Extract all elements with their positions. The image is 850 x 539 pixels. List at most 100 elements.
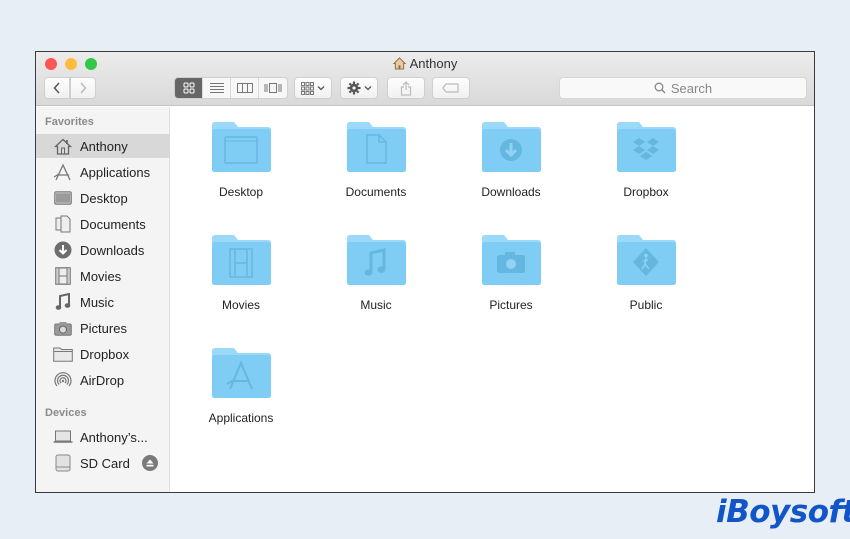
folder-icon xyxy=(210,234,272,286)
sidebar-item-airdrop[interactable]: AirDrop xyxy=(36,368,170,392)
search-field[interactable]: Search xyxy=(559,77,807,99)
sidebar-item-label: Dropbox xyxy=(80,346,130,362)
pictures-icon xyxy=(53,319,73,337)
list-view-icon xyxy=(209,83,224,93)
sidebar-item-label: Downloads xyxy=(80,242,145,258)
sidebar-item-label: SD Card xyxy=(80,455,130,471)
iboysoft-watermark: iBoysoft xyxy=(716,494,850,530)
folder-label: Downloads xyxy=(481,185,541,199)
folder-label: Public xyxy=(629,298,663,312)
movies-icon xyxy=(53,267,73,285)
tag-button[interactable] xyxy=(432,77,470,99)
chevron-down-icon xyxy=(317,86,325,91)
folder-label: Desktop xyxy=(218,185,264,199)
folder-label: Applications xyxy=(208,411,274,425)
action-button[interactable] xyxy=(340,77,378,99)
folder-icon xyxy=(210,121,272,173)
share-icon xyxy=(400,80,412,96)
view-mode-selector xyxy=(174,77,288,99)
sidebar-item-label: Applications xyxy=(80,164,151,180)
sidebar-item-documents[interactable]: Documents xyxy=(36,212,170,236)
title-bar: Anthony Search xyxy=(36,52,814,106)
folder-item-public[interactable]: Public xyxy=(591,234,701,312)
desktop-icon xyxy=(53,189,73,207)
window-title: Anthony xyxy=(36,56,814,73)
folder-item-music[interactable]: Music xyxy=(321,234,431,312)
downloads-icon xyxy=(53,241,73,259)
column-view-button[interactable] xyxy=(231,78,259,98)
icon-view-icon xyxy=(183,82,194,94)
documents-icon xyxy=(53,215,73,233)
sidebar-item-label: Anthony xyxy=(80,138,128,154)
search-placeholder: Search xyxy=(670,80,713,96)
sidebar-item-label: Pictures xyxy=(80,320,127,336)
folder-icon xyxy=(53,345,73,363)
folder-item-downloads[interactable]: Downloads xyxy=(456,121,566,199)
chevron-right-icon xyxy=(80,82,87,94)
finder-window: Anthony Search Favorites Anthony Applica… xyxy=(35,51,815,493)
forward-button[interactable] xyxy=(70,77,96,99)
folder-icon xyxy=(615,121,677,173)
tag-icon xyxy=(442,83,459,93)
folder-item-desktop[interactable]: Desktop xyxy=(186,121,296,199)
folder-item-dropbox[interactable]: Dropbox xyxy=(591,121,701,199)
music-icon xyxy=(53,293,73,311)
sidebar-item-label: Movies xyxy=(80,268,122,284)
home-icon xyxy=(53,137,73,155)
devices-header: Devices xyxy=(45,407,87,419)
column-view-icon xyxy=(236,83,253,93)
cover-flow-icon xyxy=(264,83,282,93)
arrange-button[interactable] xyxy=(294,77,332,99)
drive-icon xyxy=(53,454,73,472)
sidebar-item-label: Anthony’s... xyxy=(80,429,148,445)
sidebar-item-pictures[interactable]: Pictures xyxy=(36,316,170,340)
sidebar-item-label: Desktop xyxy=(80,190,128,206)
sidebar-item-label: Music xyxy=(80,294,114,310)
list-view-button[interactable] xyxy=(203,78,231,98)
home-icon xyxy=(392,57,406,73)
sidebar-item-applications[interactable]: Applications xyxy=(36,160,170,184)
folder-icon xyxy=(480,121,542,173)
sidebar-item-music[interactable]: Music xyxy=(36,290,170,314)
sidebar-item-sd-card[interactable]: SD Card xyxy=(36,451,170,475)
search-icon xyxy=(654,82,666,94)
folder-item-movies[interactable]: Movies xyxy=(186,234,296,312)
sidebar-item-label: AirDrop xyxy=(80,372,125,388)
folder-item-pictures[interactable]: Pictures xyxy=(456,234,566,312)
favorites-header: Favorites xyxy=(45,116,94,128)
sidebar-item-anthony[interactable]: Anthony xyxy=(36,134,170,158)
eject-icon xyxy=(146,459,154,467)
sidebar: Favorites Anthony Applications Desktop D… xyxy=(36,107,170,492)
folder-item-documents[interactable]: Documents xyxy=(321,121,431,199)
airdrop-icon xyxy=(53,371,73,389)
sidebar-item-desktop[interactable]: Desktop xyxy=(36,186,170,210)
folder-label: Dropbox xyxy=(623,185,669,199)
folder-item-applications[interactable]: Applications xyxy=(186,347,296,425)
cover-flow-view-button[interactable] xyxy=(259,78,287,98)
folder-icon xyxy=(615,234,677,286)
laptop-icon xyxy=(53,428,73,446)
folder-icon xyxy=(480,234,542,286)
icon-view-button[interactable] xyxy=(175,78,203,98)
chevron-left-icon xyxy=(53,82,60,94)
share-button[interactable] xyxy=(387,77,425,99)
folder-label: Documents xyxy=(345,185,407,199)
back-button[interactable] xyxy=(44,77,70,99)
chevron-down-icon xyxy=(364,86,371,91)
applications-icon xyxy=(53,163,73,181)
folder-label: Music xyxy=(360,298,392,312)
file-browser-content: Desktop Documents Downloads Dropbox Movi… xyxy=(171,107,814,492)
sidebar-item-label: Documents xyxy=(80,216,146,232)
folder-label: Pictures xyxy=(489,298,533,312)
eject-button[interactable] xyxy=(142,455,158,471)
sidebar-item-dropbox[interactable]: Dropbox xyxy=(36,342,170,366)
folder-icon xyxy=(210,347,272,399)
window-title-text: Anthony xyxy=(409,56,458,71)
sidebar-item-downloads[interactable]: Downloads xyxy=(36,238,170,262)
arrange-grid-icon xyxy=(301,81,314,95)
gear-icon xyxy=(347,81,360,95)
sidebar-item-movies[interactable]: Movies xyxy=(36,264,170,288)
sidebar-item-computer[interactable]: Anthony’s... xyxy=(36,425,170,449)
folder-label: Movies xyxy=(221,298,260,312)
folder-icon xyxy=(345,234,407,286)
